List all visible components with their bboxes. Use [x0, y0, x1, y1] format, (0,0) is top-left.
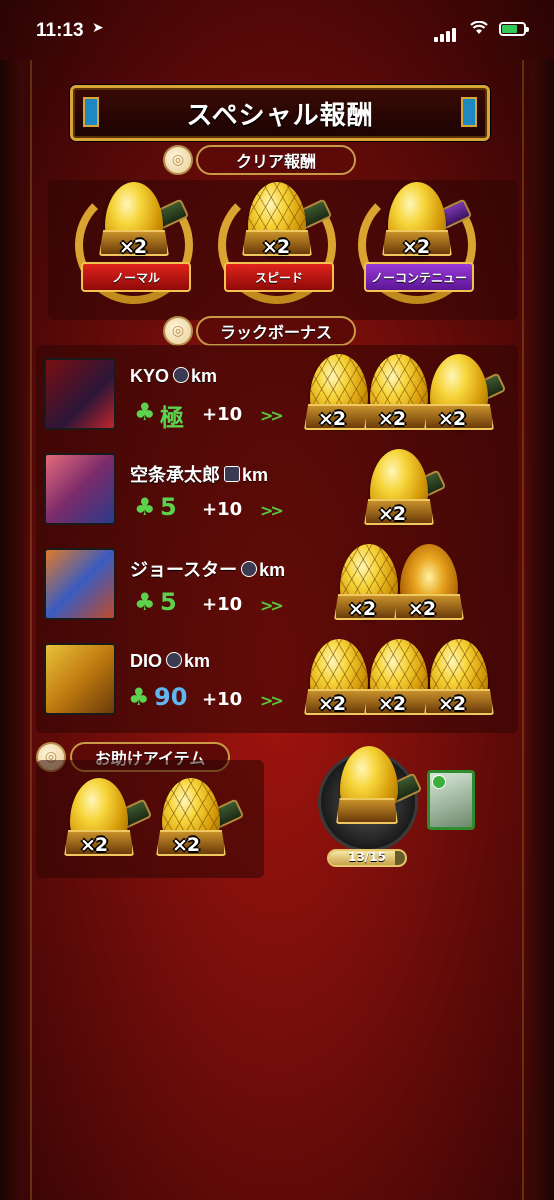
clover-icon: ♣: [128, 683, 150, 711]
reward-count: ×2: [80, 834, 108, 856]
player-row[interactable]: 空条承太郎 km ♣ 5 +10 >> ×2: [36, 445, 518, 537]
banner-gem-left: [83, 97, 99, 127]
player-name: KYO km: [130, 366, 218, 386]
player-avatar: [44, 453, 116, 525]
ribbon-label: ノーコンテニュー: [364, 262, 474, 292]
arrow-right-icon: >>: [260, 501, 284, 520]
left-frame-decoration: [0, 60, 30, 1200]
player-avatar: [44, 548, 116, 620]
ribbon-label: ノーマル: [81, 262, 191, 292]
progress-label: 13/15: [348, 850, 386, 864]
luck-bonus-value: +10: [202, 594, 243, 615]
player-row[interactable]: DIO km ♣ 90 +10 >> ×2 ×2 ×2: [36, 635, 518, 727]
reward-count: ×2: [172, 834, 200, 856]
status-bar: 11:13 ➤: [0, 0, 554, 60]
player-name: 空条承太郎 km: [130, 465, 269, 485]
scroll-icon: ◎: [163, 145, 193, 175]
moon-icon: [224, 466, 240, 482]
luck-bonus-value: +10: [202, 689, 243, 710]
reward-count: ×2: [438, 693, 466, 715]
collection-progress-bar: 13/15: [327, 849, 407, 867]
reward-count: ×2: [378, 408, 406, 430]
luck-bonus-value: +10: [202, 499, 243, 520]
clear-reward-header: クリア報酬: [196, 145, 356, 175]
page-title: スペシャル報酬: [186, 100, 374, 131]
player-row[interactable]: KYO km ♣ 極 +10 >> ×2 ×2 ×2: [36, 350, 518, 442]
arrow-right-icon: >>: [260, 406, 284, 425]
luck-value: 5: [160, 493, 177, 521]
arrow-right-icon: >>: [260, 596, 284, 615]
reward-count: ×2: [119, 236, 147, 258]
cellular-signal-icon: [434, 23, 458, 42]
luck-bonus-value: +10: [202, 404, 243, 425]
right-frame-decoration: [524, 60, 554, 1200]
luck-value: 90: [154, 683, 188, 711]
location-arrow-icon: ➤: [92, 20, 104, 36]
clover-icon: ♣: [134, 398, 156, 426]
player-avatar: [44, 643, 116, 715]
scroll-icon: ◎: [163, 316, 193, 346]
reward-count: ×2: [262, 236, 290, 258]
title-banner: スペシャル報酬: [70, 85, 490, 141]
reward-count: ×2: [402, 236, 430, 258]
reward-count: ×2: [378, 693, 406, 715]
left-frame-line: [30, 60, 32, 1200]
player-name: DIO km: [130, 651, 211, 671]
moon-icon: [166, 652, 183, 668]
battery-icon: [499, 22, 529, 36]
player-avatar: [44, 358, 116, 430]
luck-value: 5: [160, 588, 177, 616]
player-row[interactable]: ジョースター km ♣ 5 +10 >> ×2 ×2: [36, 540, 518, 632]
banner-gem-right: [461, 97, 477, 127]
clover-icon: ♣: [134, 588, 156, 616]
reward-count: ×2: [318, 408, 346, 430]
ribbon-label: スピード: [224, 262, 334, 292]
reward-count: ×2: [438, 408, 466, 430]
reward-count: ×2: [348, 598, 376, 620]
player-name: ジョースター km: [130, 560, 286, 580]
right-frame-line: [522, 60, 524, 1200]
reward-count: ×2: [318, 693, 346, 715]
wifi-icon: [470, 20, 488, 39]
element-icon: [432, 775, 446, 789]
moon-icon: [173, 367, 190, 383]
monster-card[interactable]: [427, 770, 475, 830]
luck-bonus-header: ラックボーナス: [196, 316, 356, 346]
reward-count: ×2: [408, 598, 436, 620]
reward-count: ×2: [378, 503, 406, 525]
clock: 11:13: [36, 20, 84, 41]
moon-icon: [241, 561, 258, 577]
clover-icon: ♣: [134, 493, 156, 521]
arrow-right-icon: >>: [260, 691, 284, 710]
luck-value: 極: [160, 404, 184, 432]
chest-icon: [336, 798, 398, 824]
